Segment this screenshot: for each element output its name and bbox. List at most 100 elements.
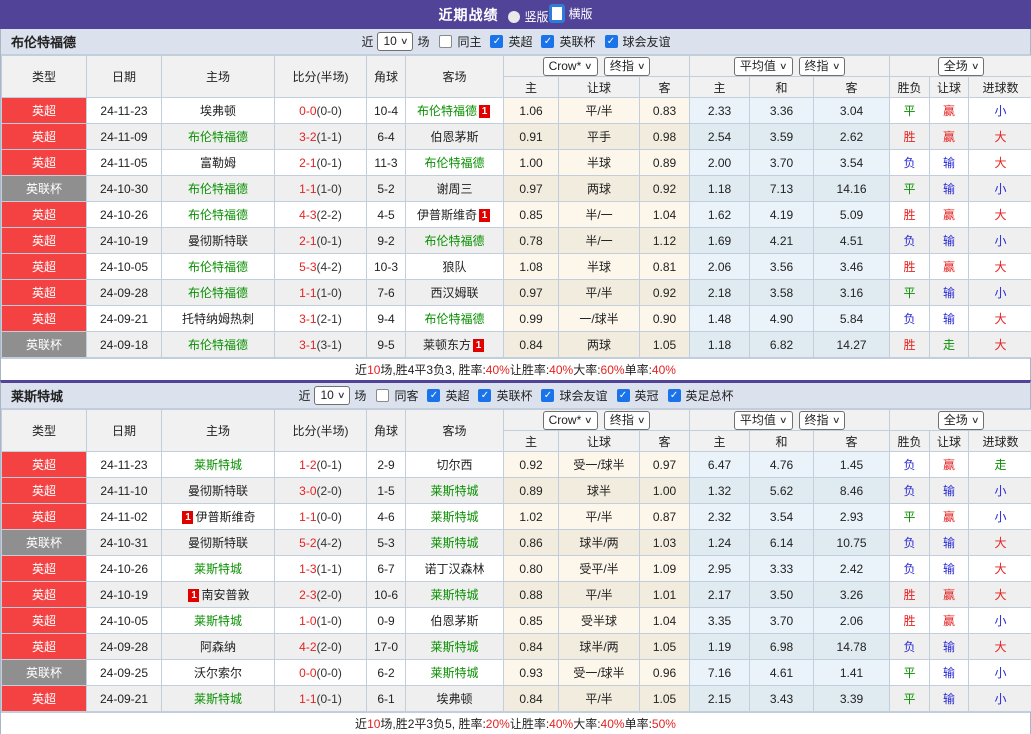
match-type-cell: 英超 bbox=[2, 634, 87, 660]
odds-source-select[interactable]: 终指∨ bbox=[799, 57, 846, 76]
result-goals-cell: 大 bbox=[969, 150, 1031, 176]
odds-source-select[interactable]: 全场∨ bbox=[938, 57, 985, 76]
summary-text-part: 10 bbox=[367, 717, 380, 731]
fulltime-score: 2-3 bbox=[299, 588, 316, 602]
handicap-line-cell: 受半球 bbox=[559, 608, 640, 634]
same-venue-checkbox[interactable] bbox=[376, 389, 389, 402]
odds-source-select[interactable]: Crow*∨ bbox=[543, 411, 598, 430]
odds-source-select[interactable]: 平均值∨ bbox=[734, 411, 793, 430]
date-cell: 24-11-23 bbox=[87, 452, 162, 478]
score-cell: 3-1(3-1) bbox=[275, 332, 367, 358]
recent-suffix-label: 场 bbox=[417, 33, 429, 50]
odds-source-select[interactable]: 平均值∨ bbox=[734, 57, 793, 76]
score-cell: 4-2(2-0) bbox=[275, 634, 367, 660]
chevron-down-icon: ∨ bbox=[779, 413, 788, 428]
league-filter-checkbox[interactable]: ✓ bbox=[541, 389, 554, 402]
fulltime-score: 2-1 bbox=[299, 234, 316, 248]
away-team-name: 莱斯特城 bbox=[430, 588, 478, 602]
odds-source-select[interactable]: 终指∨ bbox=[799, 411, 846, 430]
result-goals-cell: 走 bbox=[969, 452, 1031, 478]
league-filter-checkbox[interactable]: ✓ bbox=[490, 35, 503, 48]
table-row: 英超24-09-28布伦特福德1-1(1-0)7-6西汉姆联0.97平/半0.9… bbox=[2, 280, 1031, 306]
league-filter-checkbox[interactable]: ✓ bbox=[605, 35, 618, 48]
league-filter-checkbox[interactable]: ✓ bbox=[668, 389, 681, 402]
handicap-away-odds-cell: 1.12 bbox=[640, 228, 690, 254]
handicap-home-odds-cell: 0.88 bbox=[504, 582, 559, 608]
date-cell: 24-11-05 bbox=[87, 150, 162, 176]
date-cell: 24-10-19 bbox=[87, 582, 162, 608]
same-venue-checkbox[interactable] bbox=[439, 35, 452, 48]
fulltime-score: 1-1 bbox=[299, 182, 316, 196]
date-cell: 24-09-28 bbox=[87, 280, 162, 306]
away-team-name: 布伦特福德 bbox=[424, 234, 484, 248]
corners-cell: 9-5 bbox=[367, 332, 406, 358]
results-table: 类型日期主场比分(半场)角球客场Crow*∨终指∨平均值∨终指∨全场∨主让球客主… bbox=[1, 409, 1031, 712]
recent-count-select[interactable]: 10∨ bbox=[314, 386, 350, 405]
away-team-cell: 莱斯特城 bbox=[406, 660, 504, 686]
layout-radio-option[interactable]: 竖版 bbox=[508, 8, 548, 25]
odds-source-select[interactable]: 终指∨ bbox=[604, 57, 651, 76]
league-filter-checkbox[interactable]: ✓ bbox=[478, 389, 491, 402]
result-handicap-cell: 输 bbox=[930, 150, 969, 176]
table-row: 英联杯24-09-25沃尔索尔0-0(0-0)6-2莱斯特城0.93受一/球半0… bbox=[2, 660, 1031, 686]
handicap-away-odds-cell: 1.00 bbox=[640, 478, 690, 504]
handicap-away-odds-cell: 1.01 bbox=[640, 582, 690, 608]
recent-prefix-label: 近 bbox=[298, 387, 310, 404]
layout-radio-option[interactable]: 横版 bbox=[549, 4, 593, 23]
date-cell: 24-09-28 bbox=[87, 634, 162, 660]
result-outcome-cell: 负 bbox=[890, 478, 930, 504]
away-team-cell: 布伦特福德 bbox=[406, 150, 504, 176]
avg-away-odds-cell: 3.16 bbox=[814, 280, 890, 306]
away-team-cell: 莱斯特城 bbox=[406, 504, 504, 530]
column-header: 比分(半场) bbox=[275, 56, 367, 98]
result-goals-cell: 大 bbox=[969, 634, 1031, 660]
handicap-away-odds-cell: 0.92 bbox=[640, 176, 690, 202]
team-results-section: 布伦特福德近10∨场同主✓英超✓英联杯✓球会友谊类型日期主场比分(半场)角球客场… bbox=[0, 29, 1031, 380]
date-cell: 24-11-09 bbox=[87, 124, 162, 150]
result-goals-cell: 大 bbox=[969, 582, 1031, 608]
summary-text-part: 40% bbox=[652, 363, 676, 377]
avg-home-odds-cell: 1.32 bbox=[690, 478, 750, 504]
handicap-home-odds-cell: 0.86 bbox=[504, 530, 559, 556]
away-team-name: 莱斯特城 bbox=[430, 666, 478, 680]
odds-group-header: 平均值∨ 终指∨ bbox=[690, 56, 890, 77]
sub-column-header: 客 bbox=[640, 77, 690, 98]
away-team-name: 莱斯特城 bbox=[430, 484, 478, 498]
match-type-cell: 英超 bbox=[2, 124, 87, 150]
league-filter-checkbox[interactable]: ✓ bbox=[541, 35, 554, 48]
league-filter-checkbox[interactable]: ✓ bbox=[617, 389, 630, 402]
sub-column-header: 和 bbox=[750, 431, 814, 452]
corners-cell: 4-6 bbox=[367, 504, 406, 530]
radio-icon[interactable] bbox=[549, 4, 565, 23]
match-type-cell: 英超 bbox=[2, 228, 87, 254]
fulltime-score: 3-1 bbox=[299, 312, 316, 326]
odds-group-header: 全场∨ bbox=[890, 410, 1031, 431]
result-goals-cell: 大 bbox=[969, 306, 1031, 332]
column-header: 角球 bbox=[367, 410, 406, 452]
avg-away-odds-cell: 3.46 bbox=[814, 254, 890, 280]
result-goals-cell: 小 bbox=[969, 98, 1031, 124]
handicap-home-odds-cell: 1.02 bbox=[504, 504, 559, 530]
avg-home-odds-cell: 1.19 bbox=[690, 634, 750, 660]
home-team-cell: 莱斯特城 bbox=[162, 556, 275, 582]
league-filter-checkbox[interactable]: ✓ bbox=[427, 389, 440, 402]
chevron-down-icon: ∨ bbox=[637, 413, 646, 428]
avg-home-odds-cell: 2.95 bbox=[690, 556, 750, 582]
sub-column-header: 进球数 bbox=[969, 77, 1031, 98]
away-team-cell: 布伦特福德1 bbox=[406, 98, 504, 124]
sub-column-header: 主 bbox=[504, 431, 559, 452]
home-team-cell: 布伦特福德 bbox=[162, 202, 275, 228]
date-cell: 24-11-23 bbox=[87, 98, 162, 124]
odds-source-select[interactable]: Crow*∨ bbox=[543, 57, 598, 76]
radio-icon[interactable] bbox=[508, 11, 520, 23]
fulltime-score: 2-1 bbox=[299, 156, 316, 170]
match-type-cell: 英联杯 bbox=[2, 660, 87, 686]
league-filter-label: 英联杯 bbox=[496, 387, 532, 404]
odds-source-select[interactable]: 全场∨ bbox=[938, 411, 985, 430]
away-team-cell: 伯恩茅斯 bbox=[406, 608, 504, 634]
odds-source-select[interactable]: 终指∨ bbox=[604, 411, 651, 430]
result-outcome-cell: 平 bbox=[890, 504, 930, 530]
table-row: 英超24-10-19曼彻斯特联2-1(0-1)9-2布伦特福德0.78半/一1.… bbox=[2, 228, 1031, 254]
avg-draw-odds-cell: 3.58 bbox=[750, 280, 814, 306]
recent-count-select[interactable]: 10∨ bbox=[377, 32, 413, 51]
